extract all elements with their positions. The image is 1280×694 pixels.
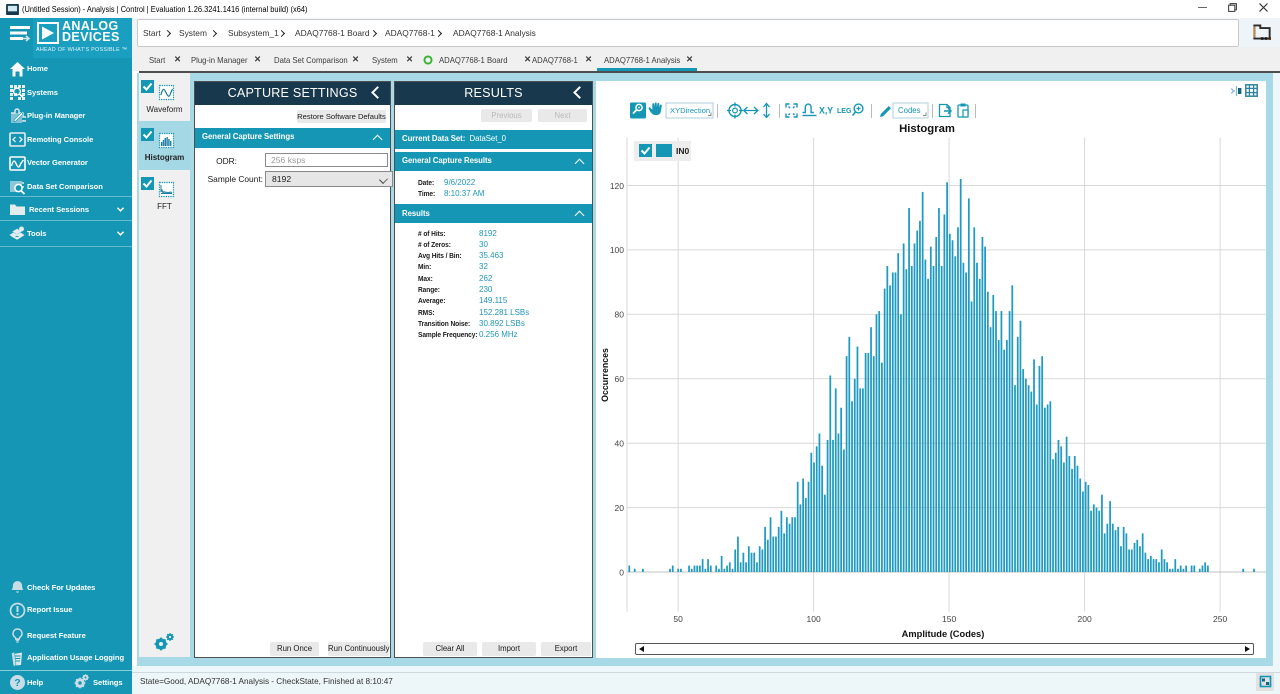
svg-text:Amplitude (Codes): Amplitude (Codes)	[902, 629, 985, 639]
svg-text:20: 20	[615, 503, 625, 513]
svg-text:Histogram: Histogram	[899, 123, 955, 135]
svg-text:40: 40	[615, 439, 625, 449]
svg-text:100: 100	[610, 245, 624, 255]
svg-text:250: 250	[1213, 614, 1227, 624]
svg-text:60: 60	[615, 374, 625, 384]
svg-text:0: 0	[619, 567, 624, 577]
svg-text:150: 150	[942, 614, 956, 624]
svg-text:Occurrences: Occurrences	[600, 348, 610, 402]
svg-text:80: 80	[615, 310, 625, 320]
svg-text:100: 100	[807, 614, 821, 624]
svg-text:120: 120	[610, 181, 624, 191]
svg-text:50: 50	[673, 614, 683, 624]
svg-text:?: ?	[14, 678, 20, 690]
svg-text:200: 200	[1078, 614, 1092, 624]
